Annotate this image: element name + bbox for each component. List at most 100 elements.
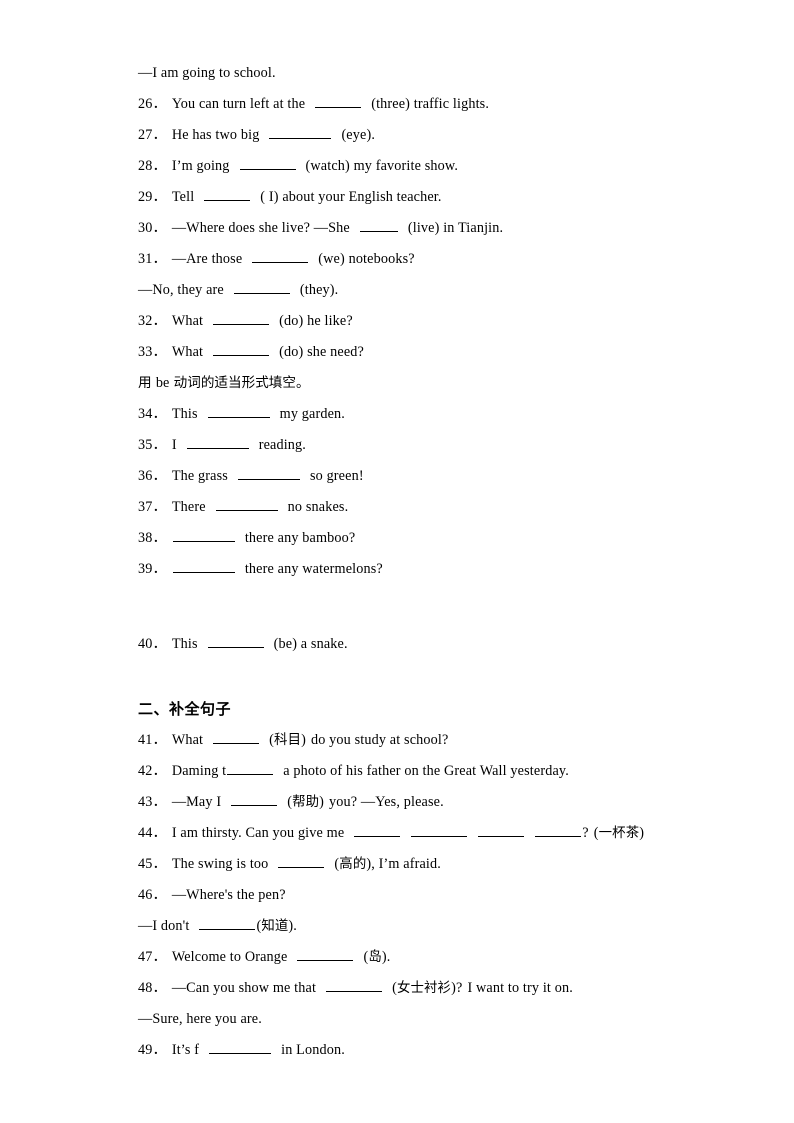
continuation-text-post: (they).	[299, 282, 339, 298]
chinese-hint: 女士衬衫	[396, 981, 452, 996]
question-item-29: 29． Tell ( I) about your English teacher.	[138, 182, 656, 213]
question-item-40: 40． This (be) a snake.	[138, 629, 656, 660]
answer-blank[interactable]	[213, 730, 260, 744]
item-number: 39．	[138, 561, 167, 577]
answer-blank[interactable]	[239, 156, 296, 170]
item-text-pre: The swing is too	[171, 856, 269, 872]
hint-close-paren: )	[639, 825, 645, 841]
continuation-text: —I am going to school.	[138, 65, 276, 81]
chinese-hint: 高的	[339, 857, 367, 872]
item-number: 30．	[138, 220, 167, 236]
answer-blank[interactable]	[231, 792, 278, 806]
answer-blank[interactable]	[172, 559, 235, 573]
answer-blank[interactable]	[199, 916, 256, 930]
chinese-hint: 帮助	[292, 795, 320, 810]
item-text-post: (be) a snake.	[273, 636, 348, 652]
question-item-45: 45． The swing is too (高的), I’m afraid.	[138, 849, 656, 880]
item-text-post: my garden.	[279, 406, 345, 422]
item-number: 49．	[138, 1042, 167, 1058]
continuation-line: —I am going to school.	[138, 58, 656, 89]
item-text-post: there any bamboo?	[244, 530, 356, 546]
item-number: 34．	[138, 406, 167, 422]
section-heading-text: 二、补全句子	[138, 700, 232, 718]
item-text-pre: You can turn left at the	[171, 96, 306, 112]
section-heading-2: 二、补全句子	[138, 694, 656, 725]
item-text-post: (we) notebooks?	[318, 251, 415, 267]
question-item-31: 31． —Are those (we) notebooks?	[138, 244, 656, 275]
hint-close-paren: )	[319, 794, 325, 810]
continuation-line-48: —Sure, here you are.	[138, 1004, 656, 1035]
answer-blank[interactable]	[207, 404, 270, 418]
answer-blank[interactable]	[297, 947, 354, 961]
question-item-36: 36． The grass so green!	[138, 461, 656, 492]
question-item-49: 49． It’s f in London.	[138, 1035, 656, 1066]
chinese-hint: 科目	[274, 733, 302, 748]
answer-blank[interactable]	[269, 125, 332, 139]
answer-blank[interactable]	[315, 94, 362, 108]
item-text-pre: Daming t	[171, 763, 227, 779]
item-text-post: you? —Yes, please.	[329, 794, 444, 810]
question-item-35: 35． Ireading.	[138, 430, 656, 461]
item-number: 38．	[138, 530, 167, 546]
item-text-pre: The grass	[171, 468, 228, 484]
item-text-post: ( I) about your English teacher.	[260, 189, 442, 205]
question-item-42: 42． Daming t a photo of his father on the …	[138, 756, 656, 787]
item-number: 32．	[138, 313, 167, 329]
item-text-post: (do) she need?	[279, 344, 364, 360]
answer-blank[interactable]	[411, 823, 468, 837]
continuation-line-46: —I don't (知道).	[138, 911, 656, 942]
answer-blank[interactable]	[478, 823, 525, 837]
item-text-post: (watch) my favorite show.	[305, 158, 459, 174]
answer-blank[interactable]	[207, 634, 264, 648]
question-item-43: 43． —May I (帮助) you? —Yes, please.	[138, 787, 656, 818]
answer-blank[interactable]	[186, 435, 249, 449]
answer-blank[interactable]	[354, 823, 401, 837]
answer-blank[interactable]	[252, 249, 309, 263]
answer-blank[interactable]	[359, 218, 398, 232]
answer-blank[interactable]	[213, 342, 270, 356]
continuation-text-pre: —I don't	[138, 918, 190, 934]
item-text-pre: —Where's the pen?	[171, 887, 286, 903]
continuation-text-pre: —No, they are	[138, 282, 224, 298]
continuation-line-31: —No, they are (they).	[138, 275, 656, 306]
answer-blank[interactable]	[278, 854, 325, 868]
item-text-pre: Welcome to Orange	[171, 949, 288, 965]
item-number: 29．	[138, 189, 167, 205]
item-number: 27．	[138, 127, 167, 143]
answer-blank[interactable]	[215, 497, 278, 511]
item-text-pre: I am thirsty. Can you give me	[171, 825, 345, 841]
question-item-34: 34． This my garden.	[138, 399, 656, 430]
item-number: 33．	[138, 344, 167, 360]
instruction-be-verb: 用 be 动词的适当形式填空。	[138, 368, 656, 399]
answer-blank[interactable]	[213, 311, 270, 325]
item-number: 43．	[138, 794, 167, 810]
item-number: 44．	[138, 825, 167, 841]
answer-blank[interactable]	[535, 823, 582, 837]
answer-blank[interactable]	[326, 978, 383, 992]
answer-blank[interactable]	[172, 528, 235, 542]
item-text-pre: It’s f	[171, 1042, 200, 1058]
hint-close-paren: )?	[451, 980, 463, 996]
question-item-48: 48． —Can you show me that (女士衬衫)? I want to…	[138, 973, 656, 1004]
item-text-pre: This	[171, 406, 198, 422]
item-text-pre: I’m going	[171, 158, 230, 174]
answer-blank[interactable]	[233, 280, 290, 294]
item-text-post: (three) traffic lights.	[371, 96, 490, 112]
answer-blank[interactable]	[237, 466, 300, 480]
item-text-pre: —May I	[171, 794, 222, 810]
answer-blank[interactable]	[227, 761, 274, 775]
item-text-post: do you study at school?	[311, 732, 449, 748]
item-text-post: (eye).	[341, 127, 376, 143]
item-text-post: a photo of his father on the Great Wall …	[283, 763, 569, 779]
item-text-post: there any watermelons?	[244, 561, 383, 577]
item-text-post: , I’m afraid.	[371, 856, 441, 872]
chinese-hint: 一杯茶	[598, 826, 640, 841]
item-text-pre: What	[171, 732, 204, 748]
item-text-pre: What	[171, 344, 204, 360]
item-number: 40．	[138, 636, 167, 652]
item-text-post: I want to try it on.	[467, 980, 573, 996]
answer-blank[interactable]	[204, 187, 251, 201]
question-item-27: 27． He has two big (eye).	[138, 120, 656, 151]
item-text-pre: What	[171, 313, 204, 329]
answer-blank[interactable]	[209, 1040, 272, 1054]
